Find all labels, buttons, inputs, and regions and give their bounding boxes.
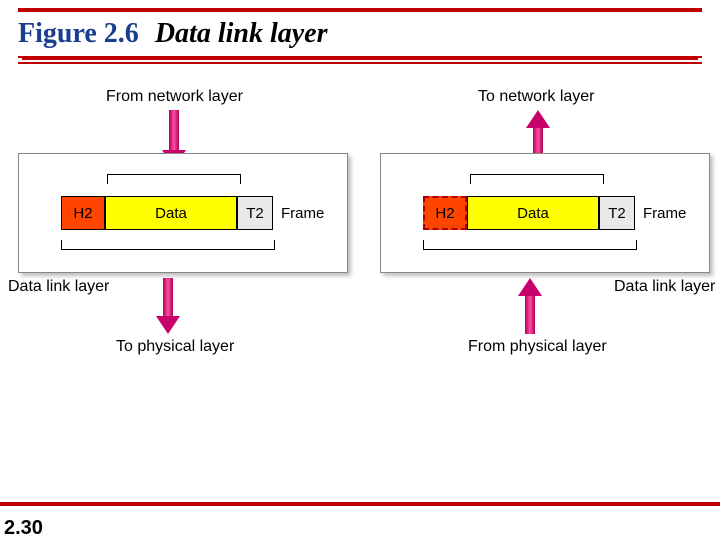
footer-rule (0, 502, 720, 506)
bracket-bottom-left (61, 240, 275, 250)
label-from-network: From network layer (106, 88, 243, 106)
seg-t2-left: T2 (237, 196, 273, 230)
bracket-top-left (107, 174, 241, 184)
figure-number: Figure 2.6 (18, 18, 139, 49)
seg-h2-right: H2 (423, 196, 467, 230)
seg-h2-left: H2 (61, 196, 105, 230)
label-to-network: To network layer (478, 88, 595, 106)
seg-data-right: Data (467, 196, 599, 230)
figure-title: Data link layer (155, 18, 328, 49)
label-data-link-right: Data link layer (614, 278, 715, 296)
seg-t2-right: T2 (599, 196, 635, 230)
bracket-bottom-right (423, 240, 637, 250)
frame-right: H2 Data T2 Frame (423, 196, 686, 230)
diagram-content: From network layer H2 Data T2 Frame Data… (18, 88, 702, 418)
label-from-physical: From physical layer (468, 338, 607, 356)
frame-label-right: Frame (643, 205, 686, 222)
page-number: 2.30 (4, 517, 43, 540)
seg-data-left: Data (105, 196, 237, 230)
figure-title-bar: Figure 2.6 Data link layer (18, 8, 702, 58)
bracket-top-right (470, 174, 604, 184)
label-to-physical: To physical layer (116, 338, 234, 356)
frame-label-left: Frame (281, 205, 324, 222)
frame-left: H2 Data T2 Frame (61, 196, 324, 230)
label-data-link-left: Data link layer (8, 278, 109, 296)
